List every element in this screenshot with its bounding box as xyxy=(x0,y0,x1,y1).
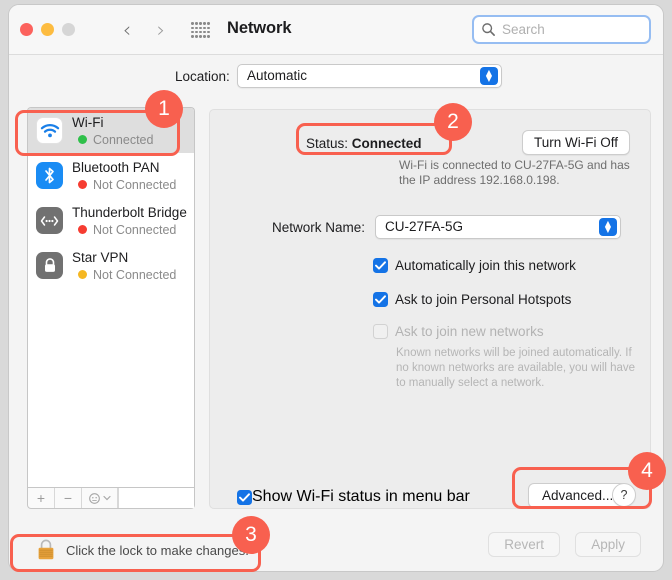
checkmark-icon xyxy=(239,492,250,502)
service-status-label: Not Connected xyxy=(93,267,177,282)
sidebar-footer-toolbar: + − xyxy=(27,487,195,509)
add-service-button[interactable]: + xyxy=(28,488,55,508)
thunderbolt-icon xyxy=(36,207,63,234)
chevron-updown-icon[interactable]: ▲ ▼ xyxy=(599,218,617,236)
search-field[interactable]: Search xyxy=(472,15,651,44)
service-status: Not Connected xyxy=(72,178,176,192)
annotation-badge-3: 3 xyxy=(232,516,270,554)
chevron-updown-icon[interactable]: ▲ ▼ xyxy=(480,67,498,85)
service-status: Not Connected xyxy=(72,223,187,237)
lock-row[interactable]: Click the lock to make changes. xyxy=(35,538,249,562)
revert-button[interactable]: Revert xyxy=(488,532,560,557)
sidebar-item-star-vpn[interactable]: Star VPN Not Connected xyxy=(28,243,194,288)
new-networks-checkbox-row: Ask to join new networks xyxy=(373,324,544,339)
service-status-label: Not Connected xyxy=(93,177,177,192)
search-icon xyxy=(482,23,495,36)
forward-button[interactable]: › xyxy=(149,17,173,43)
sidebar-item-text: Star VPN Not Connected xyxy=(72,250,176,282)
status-label: Status: xyxy=(306,136,349,151)
service-name: Bluetooth PAN xyxy=(72,159,160,175)
padlock-closed-icon[interactable] xyxy=(35,538,57,562)
close-button[interactable] xyxy=(20,23,33,36)
checkmark-icon xyxy=(375,261,386,270)
status-row: Status: Connected xyxy=(306,136,422,151)
location-label: Location: xyxy=(175,69,230,84)
status-value: Connected xyxy=(351,136,422,151)
hotspots-checkbox-row[interactable]: Ask to join Personal Hotspots xyxy=(373,292,571,307)
traffic-lights xyxy=(20,23,75,36)
sidebar-item-text: Wi-Fi Connected xyxy=(72,115,153,147)
location-row: Location: Automatic ▲ ▼ xyxy=(9,63,663,97)
remove-service-button[interactable]: − xyxy=(55,488,82,508)
bluetooth-icon xyxy=(36,162,63,189)
status-dot-icon xyxy=(78,270,87,279)
hotspots-label: Ask to join Personal Hotspots xyxy=(395,292,572,307)
turn-wifi-off-button[interactable]: Turn Wi-Fi Off xyxy=(522,130,630,155)
new-networks-help-text: Known networks will be joined automatica… xyxy=(396,347,636,389)
titlebar: ‹ › Network Search xyxy=(9,5,663,55)
network-name-value: CU-27FA-5G xyxy=(385,219,464,234)
annotation-badge-2: 2 xyxy=(434,103,472,141)
network-name-dropdown[interactable]: CU-27FA-5G ▲ ▼ xyxy=(375,215,621,239)
apply-button[interactable]: Apply xyxy=(575,532,641,557)
hotspots-checkbox[interactable] xyxy=(373,292,388,307)
sidebar-item-text: Thunderbolt Bridge Not Connected xyxy=(72,205,187,237)
wifi-icon xyxy=(36,117,63,144)
chevron-down-icon xyxy=(103,495,111,501)
menubar-checkbox[interactable] xyxy=(237,489,252,505)
sidebar-item-thunderbolt-bridge[interactable]: Thunderbolt Bridge Not Connected xyxy=(28,198,194,243)
menubar-label: Show Wi-Fi status in menu bar xyxy=(252,488,470,505)
lock-text: Click the lock to make changes. xyxy=(66,542,249,558)
minimize-button[interactable] xyxy=(41,23,54,36)
new-networks-checkbox xyxy=(373,324,388,339)
search-placeholder: Search xyxy=(502,22,545,37)
sidebar-item-bluetooth-pan[interactable]: Bluetooth PAN Not Connected xyxy=(28,153,194,198)
page-title: Network xyxy=(227,19,292,37)
services-sidebar[interactable]: Wi-Fi Connected Bluetooth PAN Not Connec… xyxy=(27,107,195,487)
auto-join-label: Automatically join this network xyxy=(395,258,576,273)
location-dropdown[interactable]: Automatic ▲ ▼ xyxy=(237,64,502,88)
annotation-badge-4: 4 xyxy=(628,452,666,490)
network-name-label: Network Name: xyxy=(272,220,366,235)
service-actions-button[interactable] xyxy=(82,488,118,508)
status-dot-icon xyxy=(78,225,87,234)
wifi-settings-panel: Status: Connected Turn Wi-Fi Off Wi-Fi i… xyxy=(209,109,651,509)
checkmark-icon xyxy=(375,295,386,304)
service-status-label: Connected xyxy=(93,132,154,147)
service-status-label: Not Connected xyxy=(93,222,177,237)
new-networks-label: Ask to join new networks xyxy=(395,324,544,339)
auto-join-checkbox-row[interactable]: Automatically join this network xyxy=(373,258,576,273)
lock-icon xyxy=(36,252,63,279)
service-name: Wi-Fi xyxy=(72,114,104,130)
annotation-badge-1: 1 xyxy=(145,90,183,128)
back-button[interactable]: ‹ xyxy=(115,17,139,43)
service-name: Thunderbolt Bridge xyxy=(72,204,187,220)
status-description: Wi-Fi is connected to CU-27FA-5G and has… xyxy=(399,158,630,187)
service-name: Star VPN xyxy=(72,249,129,265)
location-value: Automatic xyxy=(247,68,308,83)
zoom-button[interactable] xyxy=(62,23,75,36)
status-dot-icon xyxy=(78,135,87,144)
service-status: Connected xyxy=(72,133,153,147)
status-dot-icon xyxy=(78,180,87,189)
auto-join-checkbox[interactable] xyxy=(373,258,388,273)
service-status: Not Connected xyxy=(72,268,176,282)
help-button[interactable]: ? xyxy=(612,483,636,507)
sidebar-item-text: Bluetooth PAN Not Connected xyxy=(72,160,176,192)
menubar-checkbox-row[interactable]: Show Wi-Fi status in menu bar xyxy=(237,488,470,506)
gear-icon xyxy=(89,492,100,504)
sidebar-footer-field[interactable] xyxy=(118,488,194,508)
grid-apps-icon[interactable] xyxy=(191,22,210,38)
network-preferences-window: ‹ › Network Search Location: Automatic ▲… xyxy=(8,4,664,572)
